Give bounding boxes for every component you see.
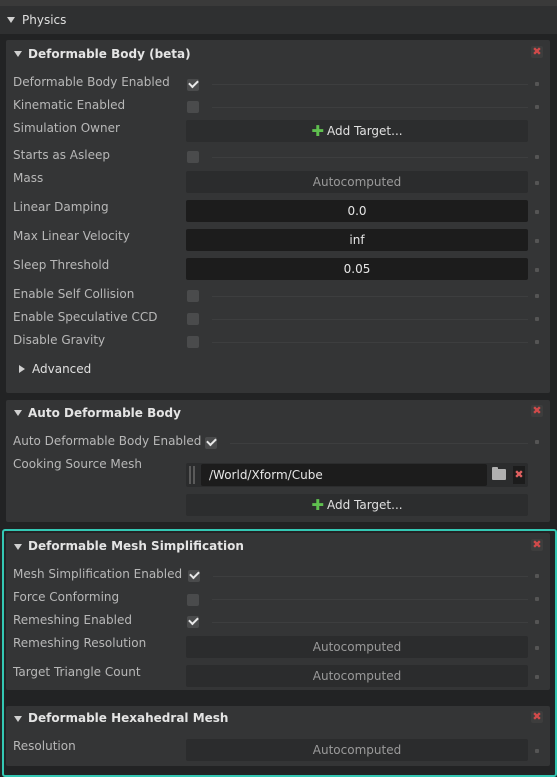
target-triangle-count-field[interactable]: Autocomputed (186, 665, 528, 687)
physics-header[interactable]: Physics (0, 6, 557, 34)
advanced-label: Advanced (32, 362, 92, 376)
starts-asleep-checkbox[interactable] (187, 151, 199, 163)
row-label: Simulation Owner (13, 121, 120, 135)
row-label: Starts as Asleep (13, 148, 110, 162)
mass-field[interactable]: Autocomputed (186, 171, 528, 193)
drag-handle[interactable] (535, 597, 539, 601)
remeshing-resolution-field[interactable]: Autocomputed (186, 636, 528, 658)
plus-icon: ✚ (311, 122, 324, 140)
drag-handle[interactable] (535, 675, 539, 679)
disable-gravity-checkbox[interactable] (187, 336, 199, 348)
clear-icon[interactable]: ✖ (513, 466, 525, 484)
row-label: Remeshing Enabled (13, 613, 132, 627)
drag-handle[interactable] (535, 181, 539, 185)
auto-deformable-enabled-checkbox[interactable] (205, 435, 217, 449)
auto-deformable-title: Auto Deformable Body (28, 406, 181, 420)
row-label: Mesh Simplification Enabled (13, 567, 183, 581)
row-label: Target Triangle Count (13, 665, 141, 679)
add-target-button[interactable]: ✚ Add Target... (186, 494, 528, 516)
mesh-simplification-enabled-checkbox[interactable] (188, 568, 200, 582)
collapse-triangle-icon[interactable] (7, 17, 15, 23)
drag-handle[interactable] (535, 440, 539, 444)
drag-handle[interactable] (535, 317, 539, 321)
drag-handle[interactable] (535, 620, 539, 624)
row-label: Cooking Source Mesh (13, 457, 143, 471)
divider (212, 319, 528, 320)
enable-self-collision-checkbox[interactable] (187, 290, 199, 302)
row-label: Deformable Body Enabled (13, 75, 170, 89)
row-label: Linear Damping (13, 200, 109, 214)
add-target-label: Add Target... (326, 124, 403, 138)
row-label: Enable Speculative CCD (13, 310, 158, 324)
row-label: Disable Gravity (13, 333, 106, 347)
remeshing-enabled-checkbox[interactable] (187, 614, 199, 628)
row-label: Enable Self Collision (13, 287, 135, 301)
row-label: Sleep Threshold (13, 258, 110, 272)
drag-handle[interactable] (535, 155, 539, 159)
expand-triangle-icon (19, 365, 25, 373)
advanced-expander[interactable]: Advanced (18, 362, 138, 378)
row-label: Resolution (13, 739, 76, 753)
grip-icon[interactable] (189, 466, 197, 484)
drag-handle[interactable] (535, 210, 539, 214)
deformable-body-title: Deformable Body (beta) (28, 47, 191, 61)
row-label: Force Conforming (13, 590, 120, 604)
divider (230, 443, 528, 444)
divider (213, 576, 528, 577)
max-linear-velocity-field[interactable]: inf (186, 229, 528, 251)
divider (212, 84, 528, 85)
divider (212, 157, 528, 158)
drag-handle[interactable] (535, 574, 539, 578)
hexahedral-title: Deformable Hexahedral Mesh (28, 711, 229, 725)
mesh-path-row: /World/Xform/Cube ✖ (186, 463, 528, 487)
drag-handle[interactable] (535, 268, 539, 272)
row-label: Auto Deformable Body Enabled (13, 434, 202, 448)
collapse-triangle-icon[interactable] (14, 544, 22, 550)
mesh-path-field[interactable]: /World/Xform/Cube (201, 464, 487, 486)
divider (212, 296, 528, 297)
collapse-triangle-icon[interactable] (14, 410, 22, 416)
collapse-triangle-icon[interactable] (14, 716, 22, 722)
force-conforming-checkbox[interactable] (187, 594, 199, 606)
collapse-triangle-icon[interactable] (14, 51, 22, 57)
resolution-field[interactable]: Autocomputed (186, 739, 528, 761)
drag-handle[interactable] (535, 239, 539, 243)
close-icon[interactable]: ✖ (531, 46, 543, 58)
physics-title: Physics (22, 13, 67, 27)
drag-handle[interactable] (535, 749, 539, 753)
drag-handle[interactable] (535, 82, 539, 86)
drag-handle[interactable] (535, 646, 539, 650)
row-label: Remeshing Resolution (13, 636, 147, 650)
plus-icon: ✚ (311, 496, 324, 514)
enable-speculative-ccd-checkbox[interactable] (187, 313, 199, 325)
divider (212, 342, 528, 343)
folder-icon[interactable] (492, 467, 506, 480)
row-label: Mass (13, 171, 44, 185)
divider (212, 107, 528, 108)
row-label: Max Linear Velocity (13, 229, 130, 243)
sleep-threshold-field[interactable]: 0.05 (186, 258, 528, 280)
drag-handle[interactable] (535, 294, 539, 298)
mesh-simplification-title: Deformable Mesh Simplification (28, 539, 244, 553)
add-target-label: Add Target... (326, 498, 403, 512)
add-target-button[interactable]: ✚ Add Target... (186, 120, 528, 142)
linear-damping-field[interactable]: 0.0 (186, 200, 528, 222)
divider (212, 622, 528, 623)
close-icon[interactable]: ✖ (531, 405, 543, 417)
divider (212, 599, 528, 600)
drag-handle[interactable] (535, 340, 539, 344)
row-label: Kinematic Enabled (13, 98, 126, 112)
deformable-body-enabled-checkbox[interactable] (187, 77, 199, 91)
kinematic-enabled-checkbox[interactable] (187, 101, 199, 113)
close-icon[interactable]: ✖ (531, 539, 543, 551)
mesh-path-text: /World/Xform/Cube (209, 468, 323, 482)
close-icon[interactable]: ✖ (531, 711, 543, 723)
drag-handle[interactable] (535, 105, 539, 109)
